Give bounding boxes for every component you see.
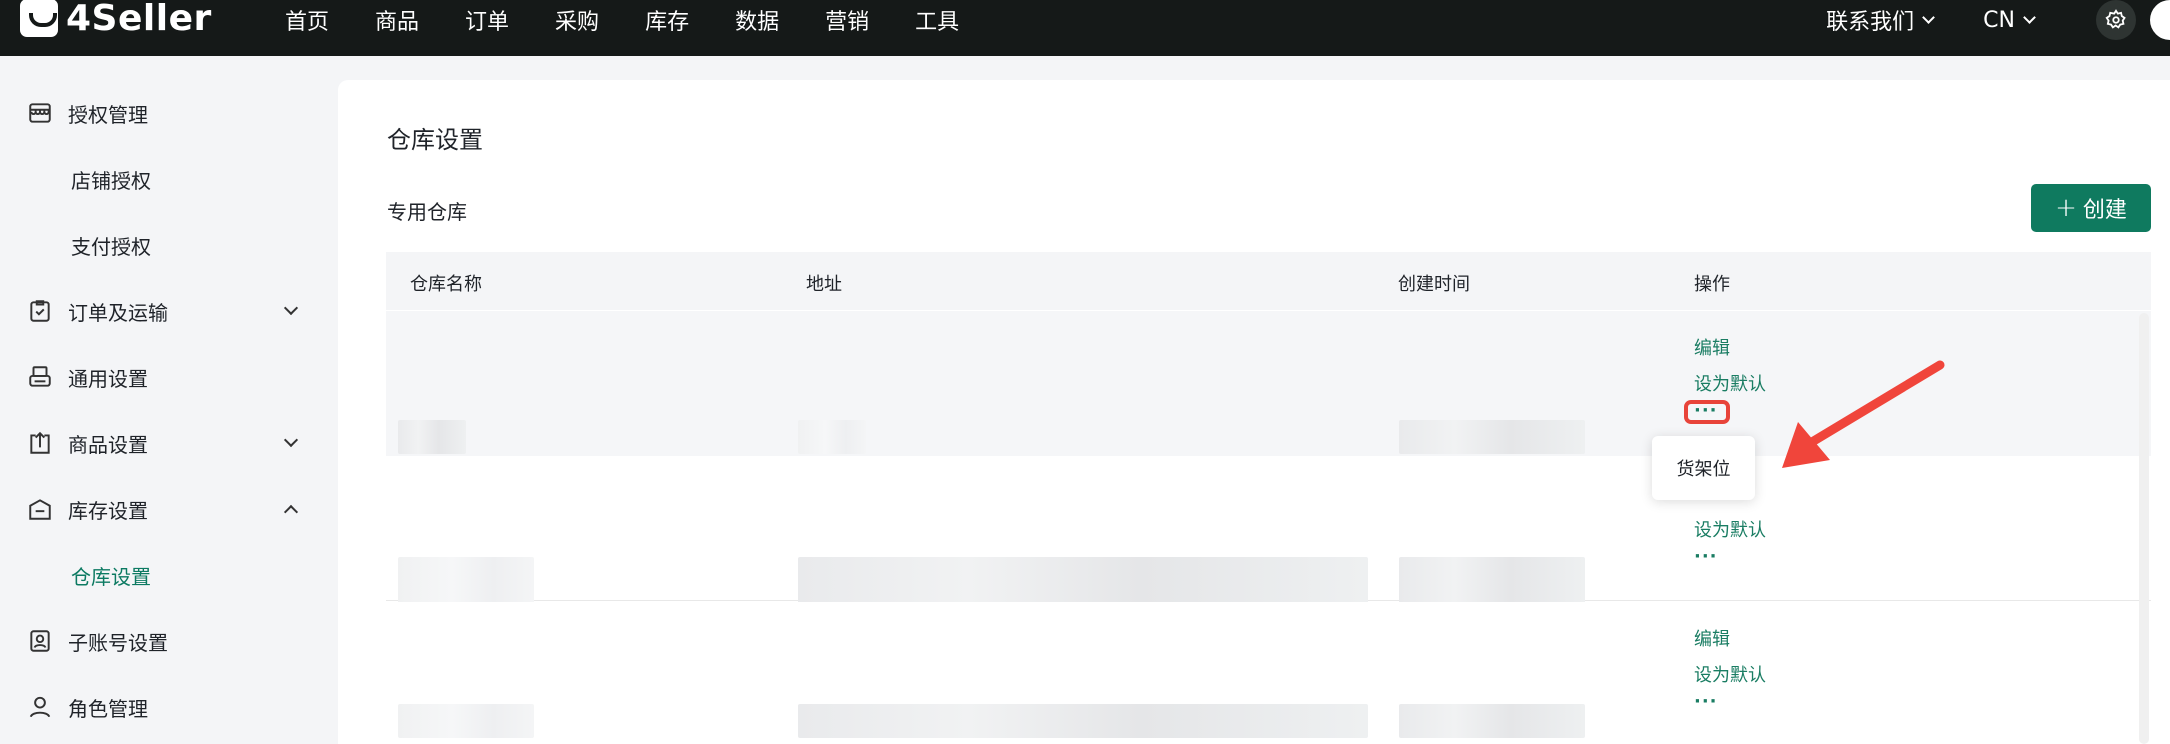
set-default-link[interactable]: 设为默认 bbox=[1694, 370, 1766, 396]
sidebar-item-payment-auth[interactable]: 支付授权 bbox=[0, 212, 338, 278]
contact-us-label: 联系我们 bbox=[1826, 10, 1915, 35]
page-title: 仓库设置 bbox=[387, 126, 483, 154]
bag-logo-icon bbox=[20, 0, 58, 37]
shop-icon bbox=[26, 99, 54, 127]
table-row bbox=[386, 602, 2151, 744]
avatar[interactable] bbox=[2150, 0, 2170, 40]
sidebar-item-label: 库存设置 bbox=[68, 498, 148, 523]
nav-products[interactable]: 商品 bbox=[375, 4, 419, 36]
sidebar-item-roles[interactable]: 角色管理 bbox=[0, 674, 338, 740]
nav-inventory[interactable]: 库存 bbox=[645, 4, 689, 36]
blurred-address bbox=[798, 704, 1368, 738]
id-card-icon bbox=[26, 627, 54, 655]
create-button-label: 创建 bbox=[2082, 198, 2127, 223]
column-header-address: 地址 bbox=[806, 274, 842, 295]
blurred-name bbox=[398, 420, 466, 454]
brand-logo[interactable]: 4Seller bbox=[20, 0, 212, 42]
highlight-box bbox=[1684, 400, 1730, 424]
printer-icon bbox=[26, 363, 54, 391]
edit-link[interactable]: 编辑 bbox=[1694, 625, 1730, 651]
plus-icon: + bbox=[2055, 193, 2077, 223]
blurred-created-time bbox=[1399, 704, 1585, 738]
nav-home[interactable]: 首页 bbox=[285, 4, 329, 36]
chevron-down-icon bbox=[1922, 10, 1936, 24]
blurred-created-time bbox=[1399, 420, 1585, 454]
more-actions-button[interactable]: ··· bbox=[1694, 691, 1718, 712]
column-header-name: 仓库名称 bbox=[410, 274, 482, 295]
more-actions-button[interactable]: ··· bbox=[1694, 546, 1718, 567]
vertical-scrollbar[interactable] bbox=[2139, 313, 2149, 744]
top-bar: 4Seller 首页 商品 订单 采购 库存 数据 营销 工具 联系我们 CN bbox=[0, 0, 2170, 56]
nav-tools[interactable]: 工具 bbox=[915, 4, 959, 36]
blurred-name bbox=[398, 704, 534, 738]
nav-data[interactable]: 数据 bbox=[735, 4, 779, 36]
create-button[interactable]: + 创建 bbox=[2031, 184, 2151, 232]
nav-marketing[interactable]: 营销 bbox=[825, 4, 869, 36]
user-icon bbox=[26, 693, 54, 721]
sidebar-item-sub-accounts[interactable]: 子账号设置 bbox=[0, 608, 338, 674]
table-header: 仓库名称 地址 创建时间 操作 bbox=[386, 252, 2151, 310]
order-icon bbox=[26, 297, 54, 325]
dropdown-item-shelf-location[interactable]: 货架位 bbox=[1677, 455, 1731, 481]
chevron-down-icon bbox=[283, 432, 299, 448]
chevron-down-icon bbox=[283, 300, 299, 316]
sidebar-item-label: 商品设置 bbox=[68, 432, 148, 457]
sidebar-item-label: 订单及运输 bbox=[68, 300, 168, 325]
contact-us-dropdown[interactable]: 联系我们 bbox=[1826, 4, 1936, 36]
sidebar-item-product-settings[interactable]: 商品设置 bbox=[0, 410, 338, 476]
column-header-actions: 操作 bbox=[1694, 274, 1730, 295]
set-default-link[interactable]: 设为默认 bbox=[1694, 661, 1766, 687]
sidebar-item-label: 仓库设置 bbox=[71, 564, 151, 589]
nav-orders[interactable]: 订单 bbox=[465, 4, 509, 36]
sidebar-item-label: 支付授权 bbox=[71, 234, 151, 259]
column-header-created: 创建时间 bbox=[1398, 274, 1470, 295]
sidebar-item-warehouse-settings[interactable]: 仓库设置 bbox=[0, 542, 338, 608]
sidebar-item-label: 店铺授权 bbox=[71, 168, 151, 193]
sidebar-item-orders-shipping[interactable]: 订单及运输 bbox=[0, 278, 338, 344]
blurred-address bbox=[798, 420, 866, 454]
sidebar-item-authorization[interactable]: 授权管理 bbox=[0, 80, 338, 146]
sidebar-item-label: 角色管理 bbox=[68, 696, 148, 721]
warehouse-icon bbox=[26, 495, 54, 523]
set-default-link[interactable]: 设为默认 bbox=[1694, 516, 1766, 542]
language-dropdown[interactable]: CN bbox=[1983, 7, 2036, 33]
sidebar-item-label: 授权管理 bbox=[68, 102, 148, 127]
nav-purchase[interactable]: 采购 bbox=[555, 4, 599, 36]
chevron-up-icon bbox=[283, 504, 299, 520]
edit-link[interactable]: 编辑 bbox=[1694, 334, 1730, 360]
section-title: 专用仓库 bbox=[387, 200, 467, 224]
chevron-down-icon bbox=[2023, 10, 2036, 24]
upload-box-icon bbox=[26, 429, 54, 457]
more-actions-dropdown[interactable]: 货架位 bbox=[1652, 436, 1755, 500]
main-nav: 首页 商品 订单 采购 库存 数据 营销 工具 bbox=[285, 0, 1005, 40]
sidebar-item-label: 通用设置 bbox=[68, 366, 148, 391]
gear-icon bbox=[2105, 9, 2126, 29]
sidebar: 授权管理 店铺授权 支付授权 订单及运输 通用设置 商品设置 库存设置 仓库设置 bbox=[0, 56, 338, 744]
annotation-arrow bbox=[1782, 360, 1945, 468]
top-right-area: 联系我们 CN bbox=[1826, 0, 2170, 40]
settings-button[interactable] bbox=[2096, 0, 2136, 40]
sidebar-item-store-auth[interactable]: 店铺授权 bbox=[0, 146, 338, 212]
language-label: CN bbox=[1983, 7, 2015, 33]
sidebar-item-inventory-settings[interactable]: 库存设置 bbox=[0, 476, 338, 542]
sidebar-item-label: 子账号设置 bbox=[68, 630, 168, 655]
sidebar-item-general-settings[interactable]: 通用设置 bbox=[0, 344, 338, 410]
brand-name: 4Seller bbox=[66, 0, 212, 39]
